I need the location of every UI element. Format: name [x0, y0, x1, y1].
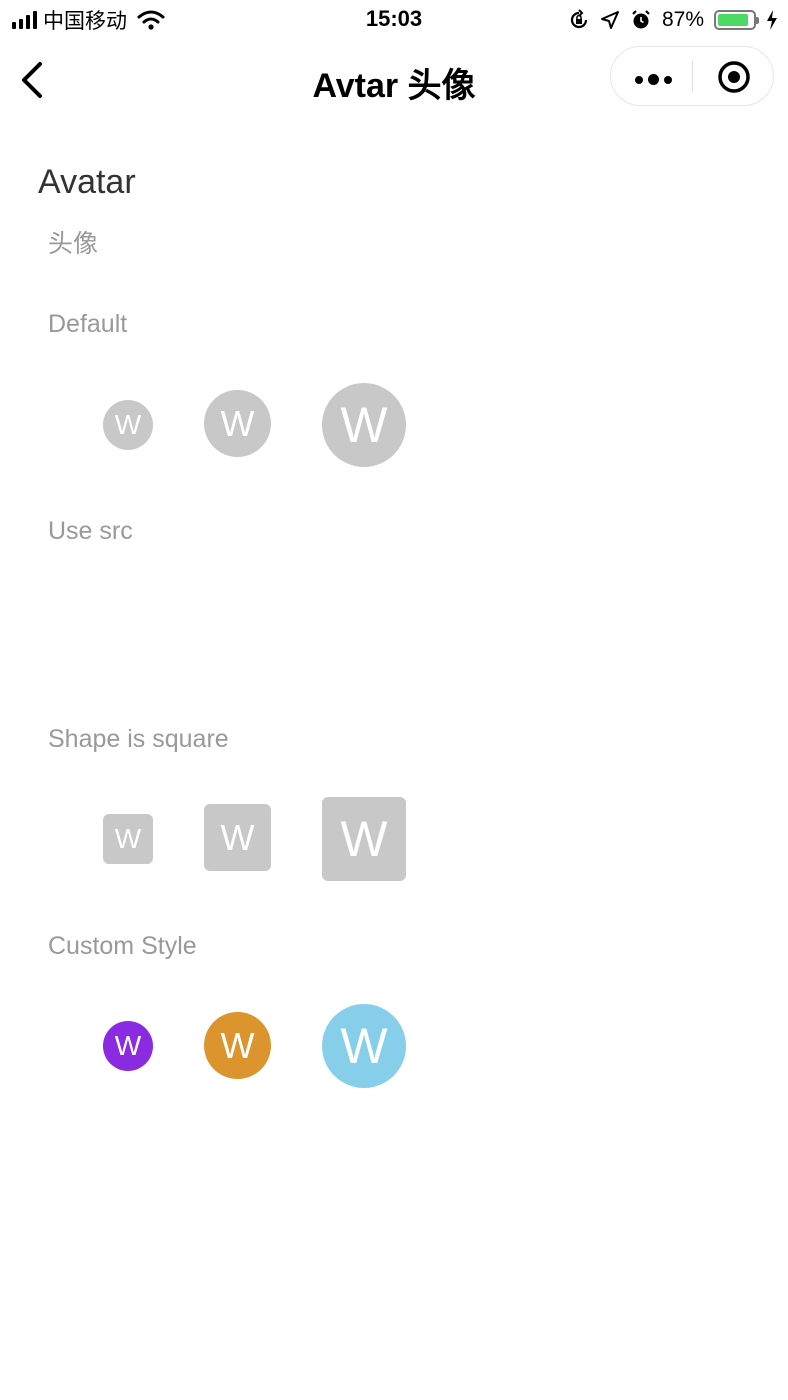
section-label-use-src: Use src [48, 517, 133, 545]
avatar-square-medium: W [204, 804, 271, 871]
avatar-default-medium: W [204, 390, 271, 457]
capsule-divider [692, 61, 693, 93]
battery-icon [714, 10, 759, 30]
alarm-icon [632, 10, 650, 29]
close-circle-icon[interactable] [717, 60, 751, 94]
battery-percent: 87% [661, 8, 704, 31]
section-label-square: Shape is square [48, 725, 229, 753]
page-title: Avatar [38, 163, 136, 201]
menu-capsule [610, 46, 774, 106]
avatar-custom-small: W [103, 1021, 153, 1071]
section-label-default: Default [48, 310, 128, 338]
avatar-default-large: W [322, 383, 406, 467]
avatar-default-small: W [103, 400, 153, 450]
page-subtitle: 头像 [48, 230, 99, 258]
avatar-custom-medium: W [204, 1012, 271, 1079]
section-label-custom: Custom Style [48, 932, 197, 960]
status-bar: 中国移动 15:03 87% [0, 0, 788, 40]
location-icon [600, 11, 619, 29]
more-dots-icon[interactable] [635, 74, 672, 85]
battery-level-fill [718, 14, 748, 26]
avatar-custom-large: W [322, 1004, 406, 1088]
charging-icon [767, 10, 777, 30]
avatar-square-small: W [103, 814, 153, 864]
orientation-lock-icon [570, 9, 588, 29]
avatar-square-large: W [322, 797, 406, 881]
status-bar-right: 87% [568, 6, 778, 34]
navigation-bar: Avtar 头像 [0, 40, 788, 116]
